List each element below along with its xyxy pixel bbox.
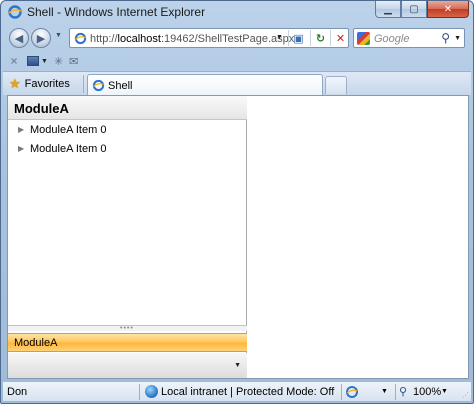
zoom-level[interactable]: 100%	[413, 386, 441, 398]
module-button-modulea[interactable]: ModuleA	[8, 333, 247, 352]
chevron-down-icon[interactable]: ▼	[234, 362, 241, 369]
search-options-dropdown-icon[interactable]: ▼	[454, 35, 461, 42]
status-bar: Don Local intranet | Protected Mode: Off…	[3, 381, 471, 401]
zoom-icon[interactable]: ⚲	[399, 385, 407, 398]
favorites-label: Favorites	[24, 78, 70, 90]
url-rest: :19462/ShellTestPage.aspx	[160, 33, 295, 45]
tab-label: Shell	[108, 80, 133, 92]
tree-view: ▶ ModuleA Item 0 ▶ ModuleA Item 0	[8, 122, 247, 160]
google-logo-icon	[357, 32, 370, 45]
title-bar[interactable]: Shell - Windows Internet Explorer ▁ ▢ ✕	[1, 1, 473, 23]
expand-arrow-icon[interactable]: ▶	[18, 144, 24, 153]
splitter-grip[interactable]: ••••	[8, 325, 247, 332]
window-title: Shell - Windows Internet Explorer	[27, 5, 206, 19]
recent-pages-dropdown[interactable]: ▼	[55, 32, 62, 39]
close-button[interactable]: ✕	[427, 1, 469, 18]
star-icon: ★	[9, 76, 21, 91]
panel-header: ModuleA	[8, 96, 247, 120]
back-button[interactable]: ◀	[9, 28, 29, 48]
close-toolbar-icon[interactable]: ×	[7, 54, 21, 68]
separator	[395, 384, 396, 400]
url-host: localhost	[117, 33, 161, 45]
ie-window: Shell - Windows Internet Explorer ▁ ▢ ✕ …	[0, 0, 474, 404]
page-content: ModuleA ▶ ModuleA Item 0 ▶ ModuleA Item …	[7, 95, 469, 379]
maximize-icon: ▢	[409, 3, 419, 15]
maximize-button[interactable]: ▢	[401, 1, 427, 18]
forward-arrow-icon: ▶	[36, 32, 46, 45]
feeds-icon[interactable]: ✳	[54, 55, 63, 68]
refresh-icon[interactable]: ↻	[310, 30, 330, 46]
search-placeholder[interactable]: Google	[374, 33, 409, 45]
status-text: Don	[7, 386, 28, 398]
url-prefix: http://	[90, 33, 118, 45]
caption-buttons: ▁ ▢ ✕	[375, 1, 469, 19]
module-bar-label: ModuleA	[14, 337, 58, 349]
protected-mode-icon[interactable]	[345, 385, 359, 399]
panel-title: ModuleA	[14, 101, 69, 116]
mail-icon[interactable]: ✉	[69, 55, 78, 68]
chevron-down-icon[interactable]: ▼	[381, 388, 388, 395]
stop-icon[interactable]: ✕	[330, 30, 350, 46]
tree-item-label: ModuleA Item 0	[30, 124, 107, 136]
ie-logo-icon	[8, 5, 22, 19]
page-icon	[74, 32, 87, 45]
globe-icon	[145, 385, 158, 398]
compatibility-view-icon[interactable]: ▣	[288, 30, 308, 46]
separator	[139, 384, 140, 400]
security-zone[interactable]: Local intranet | Protected Mode: Off	[161, 386, 334, 398]
search-box[interactable]: Google ⚲ ▼	[353, 28, 465, 48]
address-dropdown-icon[interactable]: ▼	[276, 34, 283, 41]
resize-grip-icon[interactable]: ⋰	[462, 391, 469, 399]
tree-item[interactable]: ▶ ModuleA Item 0	[8, 141, 247, 160]
close-icon: ✕	[443, 3, 453, 15]
chevron-down-icon: ▼	[41, 57, 48, 65]
search-icon[interactable]: ⚲	[441, 31, 450, 45]
favorites-bar: ★ Favorites Shell	[3, 71, 471, 96]
page-icon-small	[27, 56, 39, 66]
ie-tab-icon	[92, 79, 105, 92]
chevron-down-icon[interactable]: ▼	[441, 388, 448, 395]
favorites-button[interactable]: ★ Favorites	[9, 75, 70, 93]
page-menu-button[interactable]: ▼	[27, 56, 48, 66]
tree-item[interactable]: ▶ ModuleA Item 0	[8, 122, 247, 141]
forward-button[interactable]: ▶	[31, 28, 51, 48]
address-bar[interactable]: http://localhost:19462/ShellTestPage.asp…	[69, 28, 349, 48]
minimize-button[interactable]: ▁	[375, 1, 401, 18]
module-panel: ModuleA ▶ ModuleA Item 0 ▶ ModuleA Item …	[8, 96, 247, 378]
tab-shell[interactable]: Shell	[87, 74, 323, 96]
back-arrow-icon: ◀	[14, 32, 24, 45]
grip-dots-icon: ••••	[120, 325, 134, 332]
separator	[341, 384, 342, 400]
separator	[83, 75, 84, 93]
minimize-icon: ▁	[384, 3, 392, 15]
new-tab-button[interactable]	[325, 76, 347, 94]
panel-footer[interactable]: ▼	[8, 353, 247, 378]
url-text[interactable]: http://localhost:19462/ShellTestPage.asp…	[90, 33, 294, 45]
expand-arrow-icon[interactable]: ▶	[18, 125, 24, 134]
tree-item-label: ModuleA Item 0	[30, 143, 107, 155]
command-bar: × ▼ ✳ ✉	[7, 52, 78, 70]
